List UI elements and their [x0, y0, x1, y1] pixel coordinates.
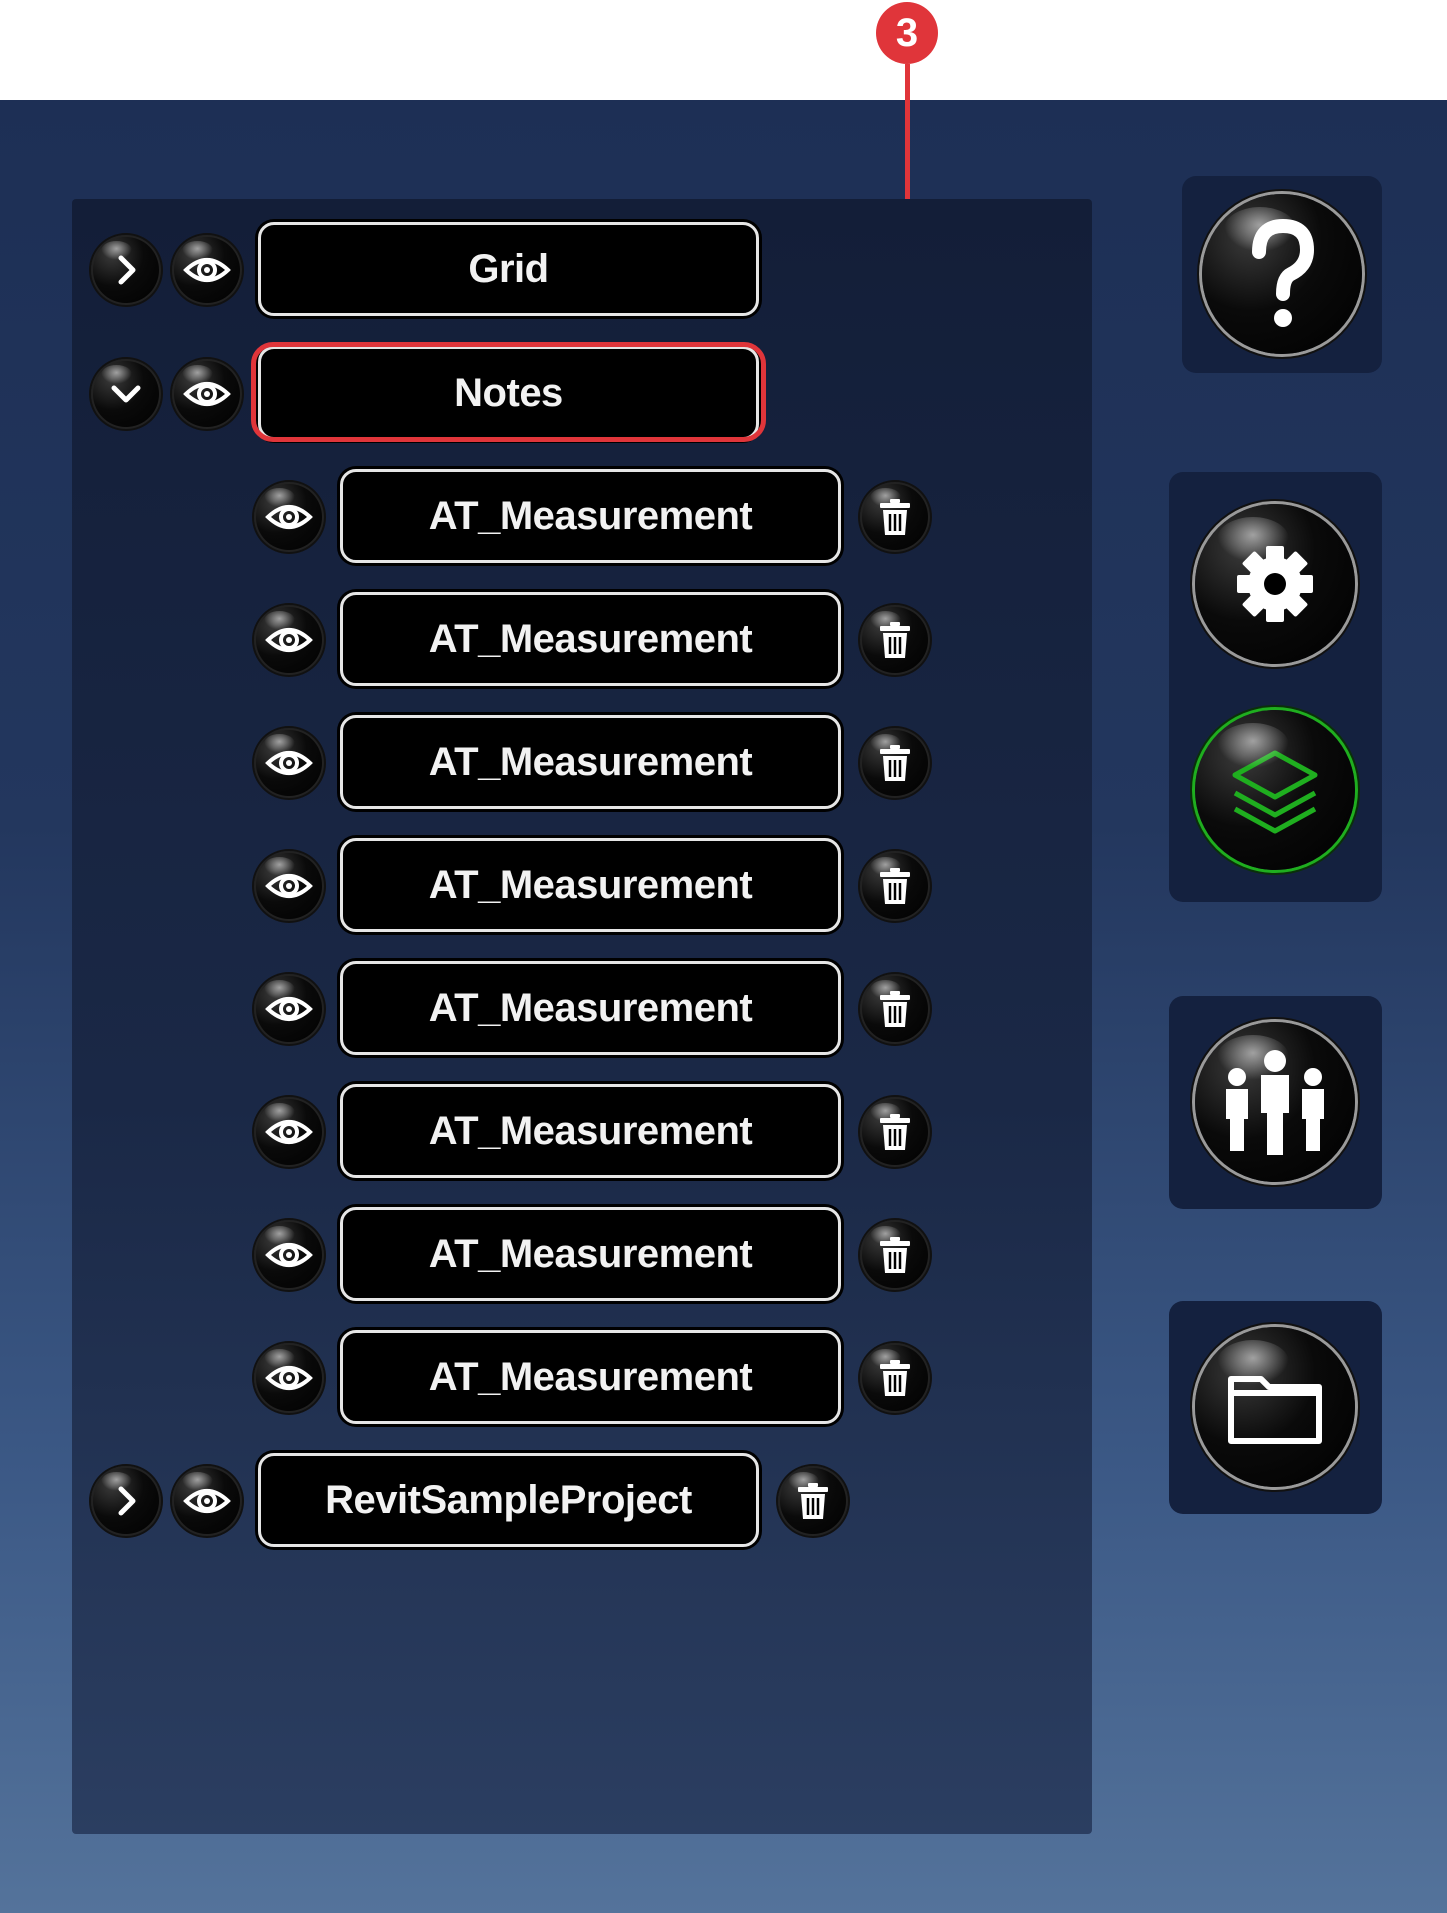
- trash-icon: [880, 868, 910, 904]
- delete-button[interactable]: [860, 974, 930, 1044]
- delete-button[interactable]: [778, 1466, 848, 1536]
- visibility-toggle[interactable]: [254, 1343, 324, 1413]
- layer-label-child[interactable]: AT_Measurement: [340, 592, 841, 686]
- visibility-toggle[interactable]: [254, 1097, 324, 1167]
- layer-label-child[interactable]: AT_Measurement: [340, 961, 841, 1055]
- layers-button[interactable]: [1195, 710, 1355, 870]
- files-box: [1169, 1301, 1382, 1514]
- trash-icon: [798, 1483, 828, 1519]
- trash-icon: [880, 1237, 910, 1273]
- delete-button[interactable]: [860, 851, 930, 921]
- expand-button[interactable]: [91, 1466, 161, 1536]
- question-mark-icon: [1252, 218, 1315, 327]
- delete-button[interactable]: [860, 1097, 930, 1167]
- layer-label-child[interactable]: AT_Measurement: [340, 838, 841, 932]
- collapse-button[interactable]: [91, 359, 161, 429]
- expand-button[interactable]: [91, 235, 161, 305]
- eye-icon: [265, 751, 313, 775]
- chevron-down-icon: [111, 385, 141, 403]
- eye-icon: [183, 1489, 231, 1513]
- layer-panel: Grid Notes AT_Measurement AT_Measurement: [72, 199, 1092, 1834]
- layer-label-child[interactable]: AT_Measurement: [340, 469, 841, 563]
- chevron-right-icon: [118, 255, 136, 285]
- eye-icon: [265, 997, 313, 1021]
- eye-icon: [265, 1243, 313, 1267]
- visibility-toggle[interactable]: [254, 728, 324, 798]
- trash-icon: [880, 1114, 910, 1150]
- delete-button[interactable]: [860, 605, 930, 675]
- layers-icon: [1232, 750, 1318, 834]
- trash-icon: [880, 991, 910, 1027]
- eye-icon: [183, 382, 231, 406]
- gear-icon: [1237, 546, 1313, 622]
- help-button[interactable]: [1202, 194, 1362, 354]
- trash-icon: [880, 622, 910, 658]
- eye-icon: [183, 258, 231, 282]
- settings-button[interactable]: [1195, 504, 1355, 664]
- folder-button[interactable]: [1195, 1327, 1355, 1487]
- users-button[interactable]: [1195, 1022, 1355, 1182]
- eye-icon: [265, 1120, 313, 1144]
- layer-label-revit-sample-project[interactable]: RevitSampleProject: [258, 1453, 759, 1547]
- visibility-toggle[interactable]: [172, 235, 242, 305]
- callout-highlight: [251, 342, 766, 442]
- visibility-toggle[interactable]: [254, 605, 324, 675]
- trash-icon: [880, 1360, 910, 1396]
- users-box: [1169, 996, 1382, 1209]
- eye-icon: [265, 874, 313, 898]
- callout-badge: 3: [876, 2, 938, 64]
- layer-label-child[interactable]: AT_Measurement: [340, 1084, 841, 1178]
- trash-icon: [880, 745, 910, 781]
- visibility-toggle[interactable]: [254, 1220, 324, 1290]
- chevron-right-icon: [118, 1486, 136, 1516]
- layer-label-child[interactable]: AT_Measurement: [340, 1207, 841, 1301]
- layer-label-grid[interactable]: Grid: [258, 222, 759, 316]
- layer-label-child[interactable]: AT_Measurement: [340, 715, 841, 809]
- visibility-toggle[interactable]: [254, 974, 324, 1044]
- visibility-toggle[interactable]: [172, 359, 242, 429]
- visibility-toggle[interactable]: [254, 482, 324, 552]
- layer-label-child[interactable]: AT_Measurement: [340, 1330, 841, 1424]
- folder-icon: [1228, 1376, 1322, 1444]
- users-icon: [1226, 1050, 1324, 1155]
- trash-icon: [880, 499, 910, 535]
- delete-button[interactable]: [860, 1220, 930, 1290]
- visibility-toggle[interactable]: [254, 851, 324, 921]
- eye-icon: [265, 1366, 313, 1390]
- eye-icon: [265, 505, 313, 529]
- delete-button[interactable]: [860, 482, 930, 552]
- tools-box: [1169, 472, 1382, 902]
- eye-icon: [265, 628, 313, 652]
- visibility-toggle[interactable]: [172, 1466, 242, 1536]
- delete-button[interactable]: [860, 728, 930, 798]
- delete-button[interactable]: [860, 1343, 930, 1413]
- help-box: [1182, 176, 1382, 373]
